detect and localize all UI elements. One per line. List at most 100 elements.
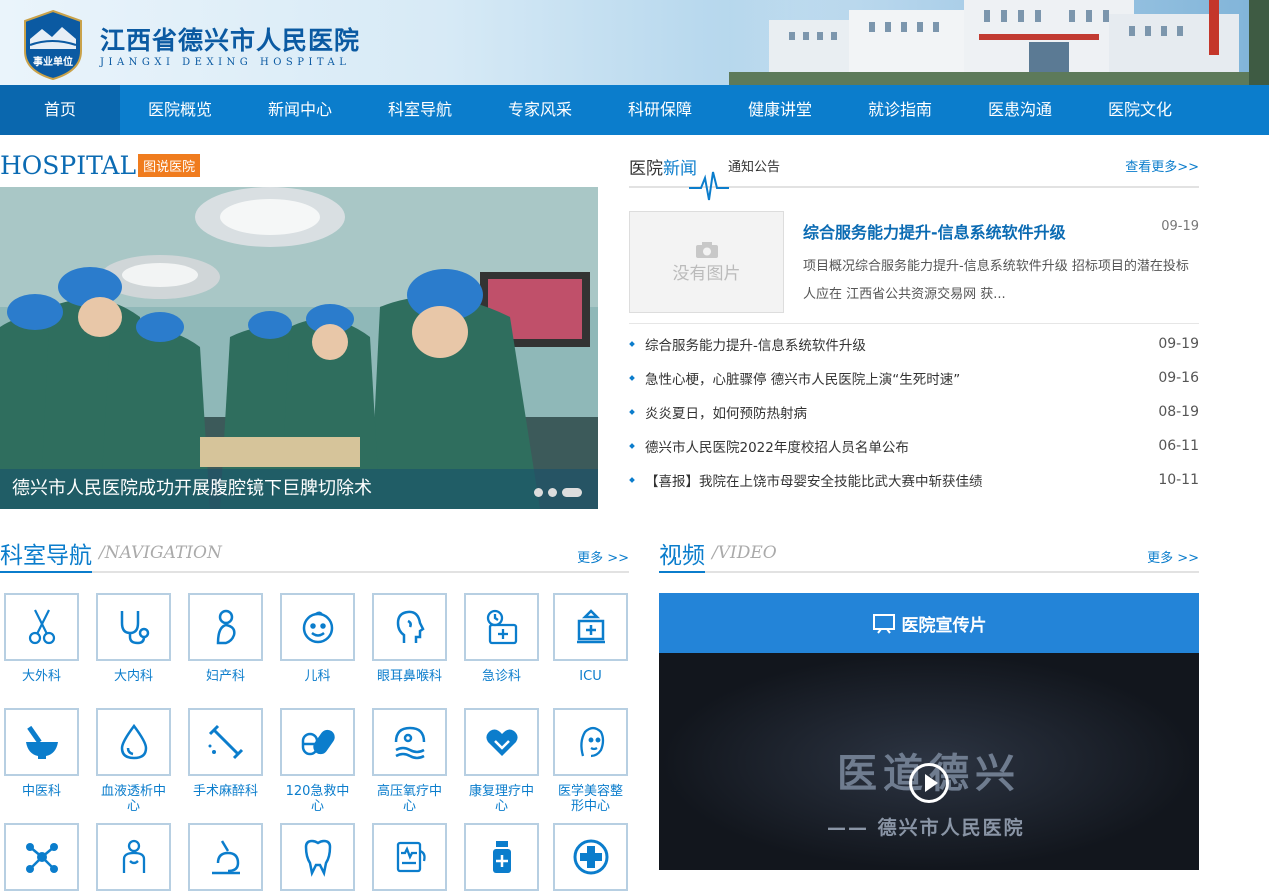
nav-research[interactable]: 科研保障: [600, 85, 720, 135]
nav-departments[interactable]: 科室导航: [360, 85, 480, 135]
dept-row3-tooth[interactable]: [280, 823, 355, 891]
hospital-logo-icon[interactable]: 事业单位: [22, 9, 84, 81]
video-banner[interactable]: 医院宣传片: [659, 593, 1199, 653]
dept-dialysis[interactable]: 血液透析中心: [96, 708, 171, 814]
dept-label: 120急救中心: [285, 784, 350, 814]
play-icon[interactable]: [909, 763, 949, 803]
tab-hospital-news[interactable]: 医院新闻: [629, 154, 697, 179]
dept-row3-monitor[interactable]: [372, 823, 447, 891]
video-player[interactable]: 医道德兴 —— 德兴市人民医院: [659, 653, 1199, 870]
dept-tcm[interactable]: 中医科: [4, 708, 79, 799]
dept-obstetrics[interactable]: 妇产科: [188, 593, 263, 684]
hospital-building-image: [729, 0, 1269, 85]
slider-caption[interactable]: 德兴市人民医院成功开展腹腔镜下巨脾切除术: [0, 469, 598, 509]
dept-120[interactable]: 120急救中心: [280, 708, 355, 814]
dept-row3-bottle[interactable]: [464, 823, 539, 891]
news-item-title[interactable]: 【喜报】我院在上饶市母婴安全技能比武大赛中斩获佳绩: [645, 470, 1158, 490]
dept-row3-cross[interactable]: [553, 823, 628, 891]
dept-emergency[interactable]: 急诊科: [464, 593, 539, 684]
pulse-line-icon: [689, 171, 729, 201]
dept-ent[interactable]: 眼耳鼻喉科: [372, 593, 447, 684]
dept-cosmetic[interactable]: 医学美容整形中心: [553, 708, 628, 814]
departments-header: 科室导航 /NAVIGATION 更多 >>: [0, 536, 629, 573]
dept-rehab[interactable]: 康复理疗中心: [464, 708, 539, 814]
face-beauty-icon: [579, 726, 604, 758]
dept-row3-microscope[interactable]: [188, 823, 263, 891]
news-header: 医院新闻 通知公告 查看更多>>: [629, 150, 1199, 201]
site-header: 事业单位 江西省德兴市人民医院 JIANGXI DEXING HOSPITAL: [0, 0, 1269, 85]
featured-news-desc: 项目概况综合服务能力提升-信息系统软件升级 招标项目的潜在投标人应在 江西省公共…: [803, 259, 1189, 302]
photo-slider[interactable]: 德兴市人民医院成功开展腹腔镜下巨脾切除术: [0, 187, 598, 509]
dept-hyperbaric[interactable]: 高压氧疗中心: [372, 708, 447, 814]
slider-dot-active[interactable]: [562, 488, 582, 497]
nav-news[interactable]: 新闻中心: [240, 85, 360, 135]
dept-label: 高压氧疗中心: [376, 784, 442, 814]
logo-text: 江西省德兴市人民医院 JIANGXI DEXING HOSPITAL: [100, 26, 360, 68]
departments-more-link[interactable]: 更多 >>: [577, 547, 629, 566]
news-item-title[interactable]: 炎炎夏日，如何预防热射病: [645, 402, 1158, 422]
medicine-bottle-icon: [492, 841, 511, 873]
blood-drop-icon: [120, 723, 147, 760]
nav-culture[interactable]: 医院文化: [1080, 85, 1200, 135]
news-item[interactable]: 德兴市人民医院2022年度校招人员名单公布 06-11: [629, 429, 1199, 463]
featured-news-date: 09-19: [1161, 219, 1199, 234]
tab-notices[interactable]: 通知公告: [728, 156, 780, 175]
slider-dot[interactable]: [534, 488, 543, 497]
scissors-icon: [28, 609, 55, 645]
dept-row3-molecule[interactable]: [4, 823, 79, 891]
dept-label: 急诊科: [481, 669, 521, 684]
news-item[interactable]: 综合服务能力提升-信息系统软件升级 09-19: [629, 327, 1199, 361]
featured-news[interactable]: 没有图片 综合服务能力提升-信息系统软件升级 09-19 项目概况综合服务能力提…: [629, 211, 1199, 324]
dept-icu[interactable]: ICU: [553, 593, 628, 684]
nav-experts[interactable]: 专家风采: [480, 85, 600, 135]
pill-capsule-icon: [301, 729, 335, 756]
medical-monitor-icon: [396, 841, 426, 873]
video-more-link[interactable]: 更多 >>: [1147, 547, 1199, 566]
dept-row3-body[interactable]: [96, 823, 171, 891]
dept-label: 儿科: [304, 669, 331, 684]
nav-health[interactable]: 健康讲堂: [720, 85, 840, 135]
news-item[interactable]: 急性心梗，心脏骤停 德兴市人民医院上演“生死时速” 09-16: [629, 361, 1199, 395]
nav-overview[interactable]: 医院概览: [120, 85, 240, 135]
logo-badge-text: 事业单位: [33, 55, 73, 68]
news-item-title[interactable]: 德兴市人民医院2022年度校招人员名单公布: [645, 436, 1158, 456]
main-nav: 首页 医院概览 新闻中心 科室导航 专家风采 科研保障 健康讲堂 就诊指南 医患…: [0, 85, 1269, 135]
dept-label: 康复理疗中心: [468, 784, 534, 814]
medical-cross-icon: [573, 839, 608, 875]
departments-title-en: /NAVIGATION: [99, 543, 222, 563]
news-panel: 医院新闻 通知公告 查看更多>> 没有图片 综合服务能力提升-信息系统软件升级 …: [629, 150, 1199, 497]
news-item-title[interactable]: 综合服务能力提升-信息系统软件升级: [645, 334, 1158, 354]
featured-news-title[interactable]: 综合服务能力提升-信息系统软件升级: [803, 219, 1066, 243]
tooth-icon: [304, 839, 331, 877]
dept-pediatrics[interactable]: 儿科: [280, 593, 355, 684]
pregnant-woman-icon: [216, 609, 236, 645]
tab-hospital-news-prefix: 医院: [629, 159, 663, 179]
news-more-link[interactable]: 查看更多>>: [1125, 156, 1199, 175]
camera-icon: [695, 241, 718, 258]
no-image-placeholder[interactable]: 没有图片: [629, 211, 784, 313]
gallery-title: HOSPITAL 图说医院: [0, 150, 201, 180]
dept-internal[interactable]: 大内科: [96, 593, 171, 684]
baby-face-icon: [302, 611, 333, 644]
news-list: 综合服务能力提升-信息系统软件升级 09-19 急性心梗，心脏骤停 德兴市人民医院…: [629, 327, 1199, 497]
nav-communication[interactable]: 医患沟通: [960, 85, 1080, 135]
gallery-tag: 图说医院: [138, 153, 201, 177]
slider-dot[interactable]: [548, 488, 557, 497]
stethoscope-icon: [120, 611, 149, 645]
dept-label: 医学美容整形中心: [557, 784, 623, 814]
dept-label: 血液透析中心: [100, 784, 166, 814]
icu-bed-icon: [576, 609, 605, 644]
tv-screen-icon: [872, 614, 895, 634]
nav-guide[interactable]: 就诊指南: [840, 85, 960, 135]
mortar-pestle-icon: [25, 725, 58, 759]
dept-label: 中医科: [21, 784, 61, 799]
news-item-title[interactable]: 急性心梗，心脏骤停 德兴市人民医院上演“生死时速”: [645, 368, 1158, 388]
nav-home[interactable]: 首页: [0, 85, 120, 135]
dept-anesthesia[interactable]: 手术麻醉科: [188, 708, 263, 799]
news-item[interactable]: 炎炎夏日，如何预防热射病 08-19: [629, 395, 1199, 429]
dept-surgery[interactable]: 大外科: [4, 593, 79, 684]
news-item-date: 09-19: [1158, 336, 1199, 352]
news-item[interactable]: 【喜报】我院在上饶市母婴安全技能比武大赛中斩获佳绩 10-11: [629, 463, 1199, 497]
news-item-date: 06-11: [1158, 438, 1199, 454]
video-title-en: /VIDEO: [712, 543, 777, 563]
